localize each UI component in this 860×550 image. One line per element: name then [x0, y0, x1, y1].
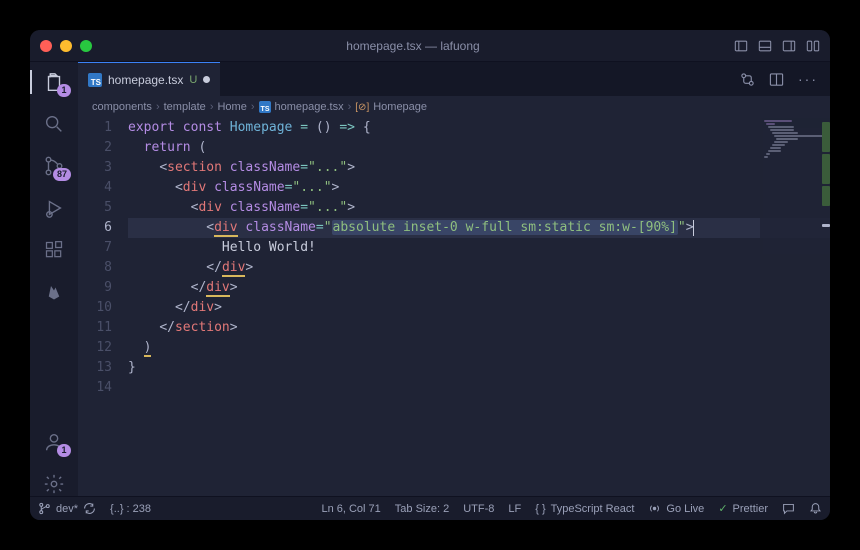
accounts-activity[interactable]: 1 [42, 430, 66, 454]
overview-ruler [820, 118, 830, 496]
code-line[interactable]: Hello World! [128, 238, 830, 258]
code-editor[interactable]: 1234567891011121314 export const Homepag… [78, 118, 830, 496]
run-debug-activity[interactable] [42, 196, 66, 220]
bell-icon [809, 502, 822, 515]
status-encoding[interactable]: UTF-8 [463, 503, 494, 515]
broadcast-icon [648, 502, 661, 515]
explorer-activity[interactable]: 1 [42, 70, 66, 94]
status-tab-size[interactable]: Tab Size: 2 [395, 503, 449, 515]
window-title: homepage.tsx — lafuong [92, 39, 734, 53]
editor-tabs: TS homepage.tsx U ··· [78, 62, 830, 96]
chevron-right-icon: › [348, 101, 352, 113]
chevron-right-icon: › [156, 101, 160, 113]
code-line[interactable]: return ( [128, 138, 830, 158]
account-badge: 1 [57, 444, 71, 457]
maximize-window-button[interactable] [80, 40, 92, 52]
panel-bottom-icon[interactable] [758, 39, 772, 53]
minimize-window-button[interactable] [60, 40, 72, 52]
code-line[interactable]: <div className="..."> [128, 178, 830, 198]
status-json[interactable]: {..} : 238 [110, 503, 151, 515]
breadcrumb-item[interactable]: Homepage [373, 101, 427, 113]
compare-changes-icon[interactable] [740, 72, 755, 87]
code-line[interactable]: <div className="..."> [128, 198, 830, 218]
code-line[interactable]: } [128, 358, 830, 378]
typescript-react-icon: TS [259, 101, 271, 113]
braces-icon: { } [535, 503, 545, 515]
git-branch-icon [38, 502, 51, 515]
code-line[interactable]: export const Homepage = () => { [128, 118, 830, 138]
code-line[interactable] [128, 378, 830, 398]
status-prettier[interactable]: ✓ Prettier [718, 502, 768, 515]
main-area: 1 87 1 [30, 62, 830, 496]
breadcrumb-item[interactable]: components [92, 101, 152, 113]
explorer-badge: 1 [57, 84, 71, 97]
more-actions-icon[interactable]: ··· [798, 71, 818, 87]
panel-left-icon[interactable] [734, 39, 748, 53]
breadcrumb-item[interactable]: template [164, 101, 206, 113]
code-line[interactable]: </div> [128, 258, 830, 278]
tab-modified-indicator[interactable] [203, 76, 210, 83]
code-line[interactable]: <div className="absolute inset-0 w-full … [128, 218, 830, 238]
search-activity[interactable] [42, 112, 66, 136]
close-window-button[interactable] [40, 40, 52, 52]
breadcrumb-item[interactable]: Home [217, 101, 246, 113]
window-controls [40, 40, 92, 52]
status-go-live[interactable]: Go Live [648, 502, 704, 515]
code-line[interactable]: </section> [128, 318, 830, 338]
source-control-activity[interactable]: 87 [42, 154, 66, 178]
status-language-mode[interactable]: { } TypeScript React [535, 503, 634, 515]
status-cursor-position[interactable]: Ln 6, Col 71 [321, 503, 380, 515]
status-eol[interactable]: LF [508, 503, 521, 515]
firebase-activity[interactable] [42, 280, 66, 304]
ruler-git-added [822, 154, 830, 184]
status-bar: dev* {..} : 238 Ln 6, Col 71 Tab Size: 2… [30, 496, 830, 520]
ruler-git-added [822, 186, 830, 206]
editor-group: TS homepage.tsx U ··· components › templ… [78, 62, 830, 496]
breadcrumb-item[interactable]: homepage.tsx [275, 101, 344, 113]
breadcrumbs[interactable]: components › template › Home › TS homepa… [78, 96, 830, 118]
scm-badge: 87 [53, 168, 71, 181]
tab-git-status: U [189, 74, 197, 86]
status-branch[interactable]: dev* [38, 502, 96, 515]
code-line[interactable]: ) [128, 338, 830, 358]
line-number-gutter: 1234567891011121314 [78, 118, 128, 496]
symbol-variable-icon: [⊘] [355, 102, 369, 113]
layout-controls [734, 39, 820, 53]
ruler-cursor [822, 224, 830, 227]
extensions-activity[interactable] [42, 238, 66, 262]
vscode-window: homepage.tsx — lafuong 1 87 [30, 30, 830, 520]
activity-bar: 1 87 1 [30, 62, 78, 496]
titlebar: homepage.tsx — lafuong [30, 30, 830, 62]
code-line[interactable]: </div> [128, 278, 830, 298]
check-icon: ✓ [718, 502, 727, 515]
status-notifications[interactable] [809, 502, 822, 515]
status-feedback[interactable] [782, 502, 795, 515]
editor-tab-homepage[interactable]: TS homepage.tsx U [78, 62, 220, 96]
feedback-icon [782, 502, 795, 515]
code-content[interactable]: export const Homepage = () => { return (… [128, 118, 830, 496]
chevron-right-icon: › [251, 101, 255, 113]
code-line[interactable]: </div> [128, 298, 830, 318]
code-line[interactable]: <section className="..."> [128, 158, 830, 178]
tab-filename: homepage.tsx [108, 73, 183, 87]
typescript-react-icon: TS [88, 73, 102, 87]
chevron-right-icon: › [210, 101, 214, 113]
sync-icon[interactable] [83, 502, 96, 515]
ruler-git-added [822, 122, 830, 152]
panel-right-icon[interactable] [782, 39, 796, 53]
customize-layout-icon[interactable] [806, 39, 820, 53]
split-editor-icon[interactable] [769, 72, 784, 87]
settings-activity[interactable] [42, 472, 66, 496]
